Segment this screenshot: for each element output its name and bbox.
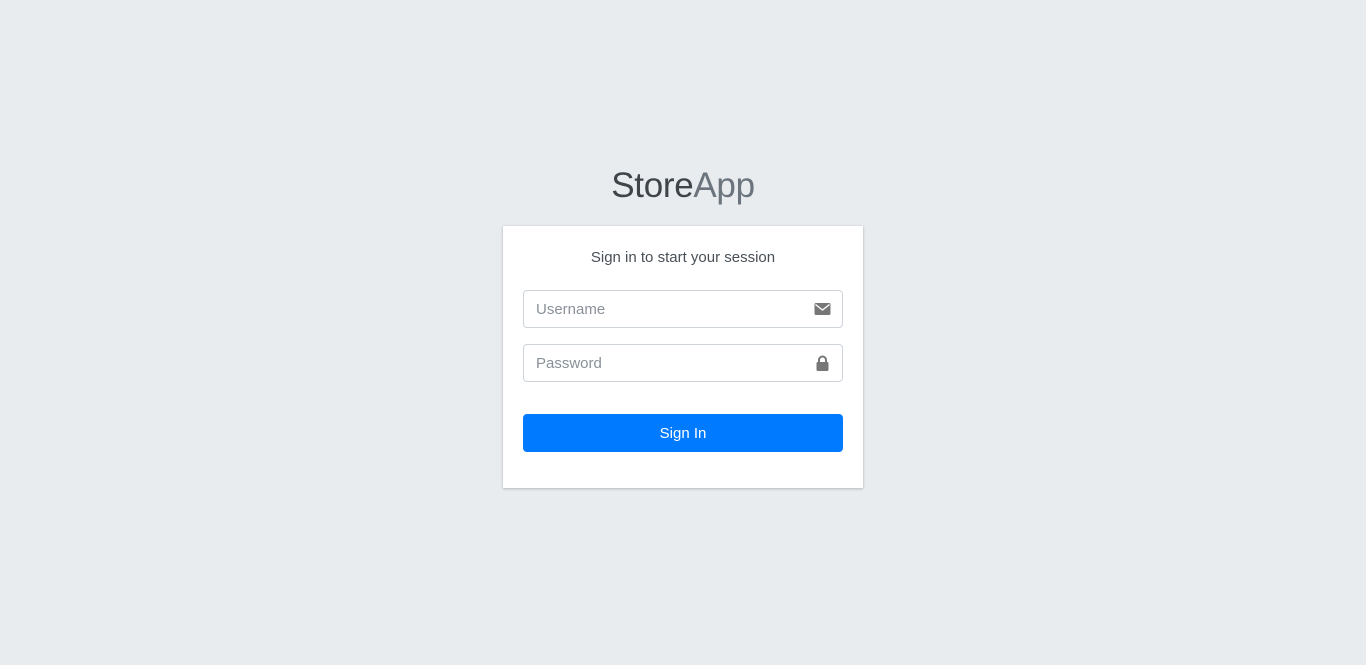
password-input[interactable] (523, 344, 843, 382)
username-input[interactable] (523, 290, 843, 328)
sign-in-button[interactable]: Sign In (523, 414, 843, 452)
login-box: StoreApp Sign in to start your session U… (503, 164, 863, 488)
lock-icon (814, 355, 831, 371)
username-group (523, 290, 843, 328)
login-message: Sign in to start your session (590, 249, 776, 266)
login-form: Sign In (523, 290, 843, 452)
password-group (523, 344, 843, 382)
logo-text-strong: Store (611, 166, 694, 205)
logo-text-light: App (693, 166, 755, 205)
app-logo[interactable]: StoreApp (503, 164, 863, 208)
envelope-icon (814, 301, 831, 317)
login-card: Sign in to start your session Username S… (503, 226, 863, 488)
